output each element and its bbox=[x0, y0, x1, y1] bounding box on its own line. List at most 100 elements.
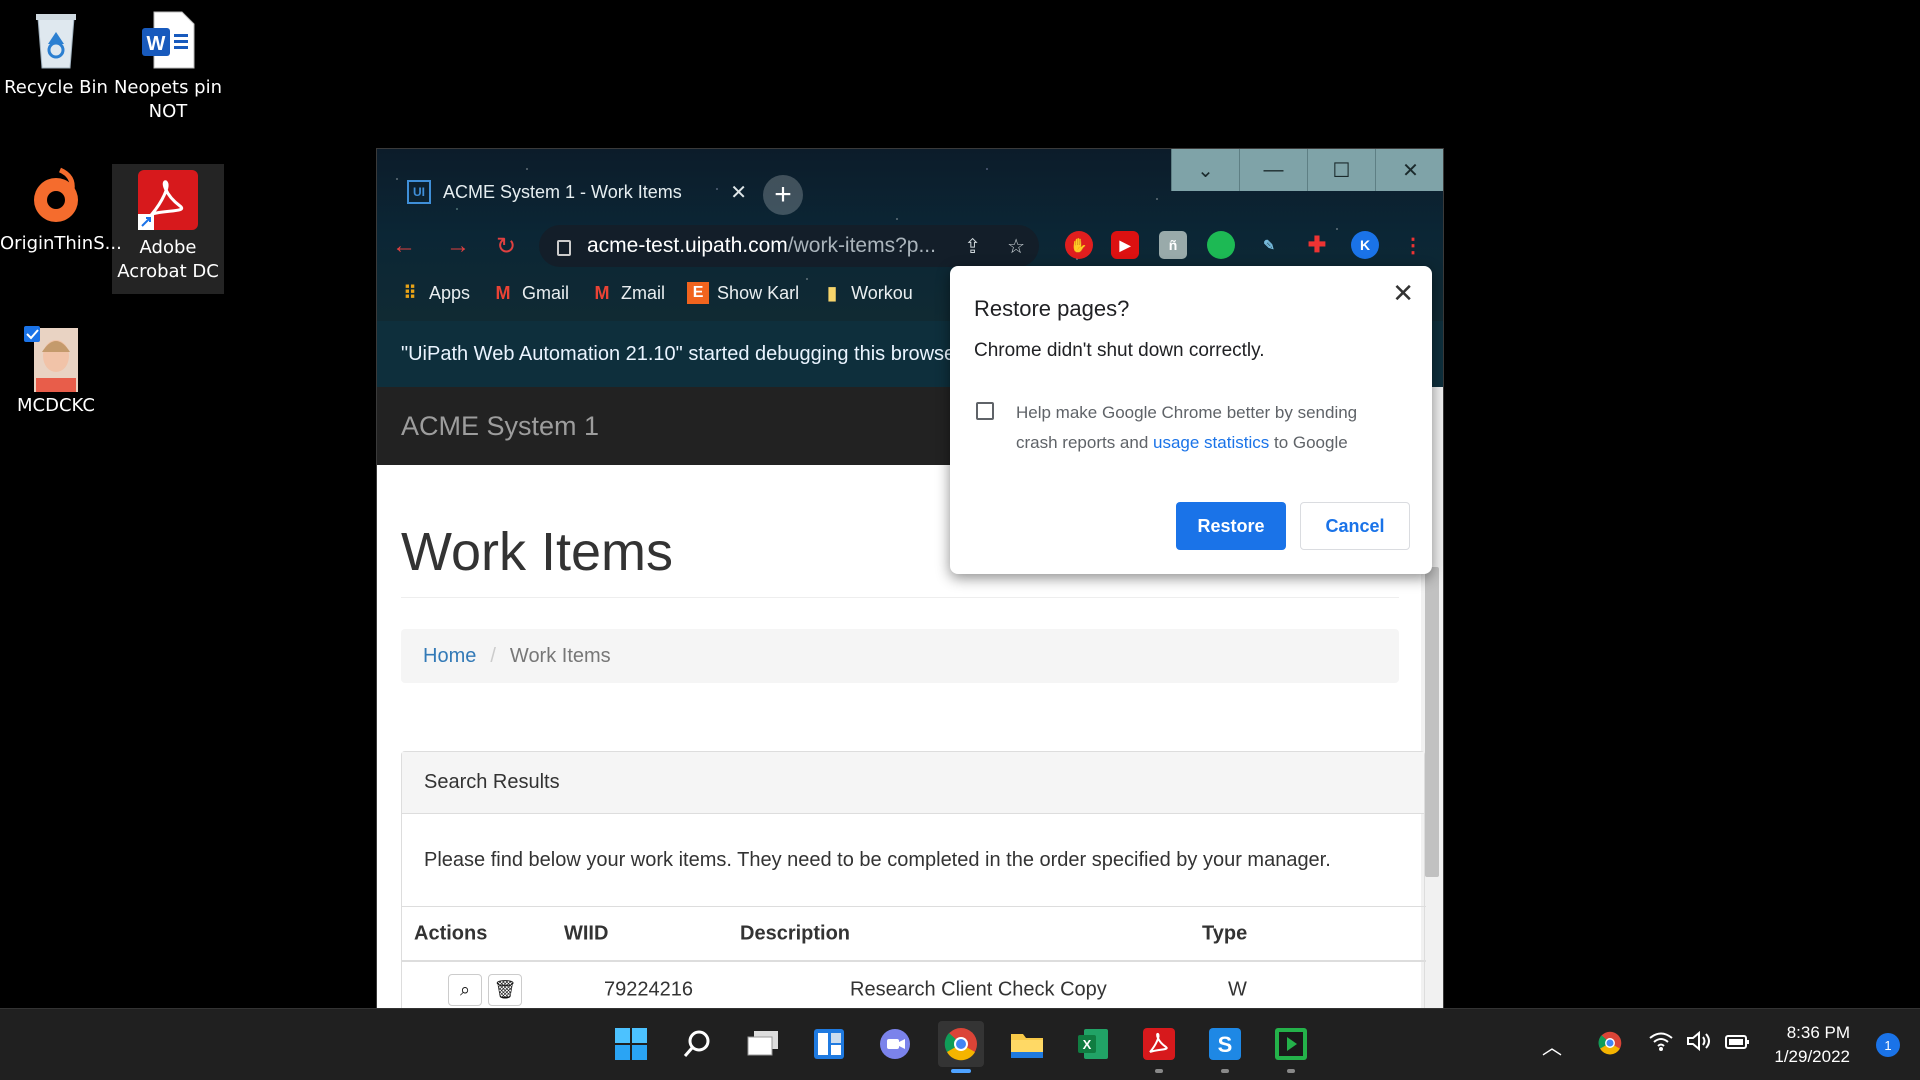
panel-heading: Search Results bbox=[402, 752, 1424, 814]
bookmark-zmail[interactable]: M Zmail bbox=[591, 282, 666, 304]
taskbar: X S ︿ 8:36 PM 1/29/2022 1 bbox=[0, 1008, 1920, 1080]
task-view-button[interactable] bbox=[740, 1021, 786, 1067]
bookmark-gmail[interactable]: M Gmail bbox=[492, 282, 570, 304]
uipath-assistant-icon bbox=[1275, 1028, 1307, 1060]
extension-pen-icon[interactable]: ✎ bbox=[1255, 231, 1283, 259]
etsy-icon: E bbox=[687, 282, 710, 304]
acrobat-taskbar-button[interactable] bbox=[1136, 1021, 1182, 1073]
bookmark-label: Show Karl bbox=[717, 282, 800, 303]
system-clock[interactable]: 8:36 PM 1/29/2022 bbox=[1774, 1021, 1850, 1069]
widgets-button[interactable] bbox=[806, 1021, 852, 1067]
chevron-down-icon: ⌄ bbox=[1197, 159, 1214, 182]
desktop-icon-word-doc[interactable]: W Neopets pin NOT bbox=[112, 8, 224, 124]
column-header-actions: Actions bbox=[414, 922, 488, 944]
cell-type: W bbox=[1228, 978, 1247, 1001]
browser-tab-active[interactable]: UI ACME System 1 - Work Items ✕ bbox=[387, 169, 757, 215]
address-bar[interactable]: acme-test.uipath.com/work-items?p... ⇪ ☆ bbox=[539, 225, 1039, 267]
file-explorer-button[interactable] bbox=[1004, 1021, 1050, 1067]
profile-avatar[interactable]: K bbox=[1351, 231, 1379, 259]
view-item-button[interactable]: ⌕ bbox=[448, 974, 482, 1006]
clock-time: 8:36 PM bbox=[1786, 1023, 1850, 1042]
close-window-button[interactable]: ✕ bbox=[1375, 149, 1443, 191]
excel-button[interactable]: X bbox=[1070, 1021, 1116, 1067]
panel-instructions: Please find below your work items. They … bbox=[424, 848, 1331, 871]
bookmark-workout[interactable]: ▮ Workou bbox=[821, 282, 913, 304]
battery-icon[interactable] bbox=[1724, 1031, 1752, 1058]
wifi-icon[interactable] bbox=[1648, 1029, 1674, 1059]
teams-chat-icon bbox=[880, 1029, 910, 1059]
adobe-acrobat-icon bbox=[1143, 1028, 1175, 1060]
reload-button[interactable]: ↻ bbox=[489, 229, 523, 263]
breadcrumb-separator: / bbox=[490, 644, 496, 667]
work-items-table: Actions WIID Description Type ⌕ 🗑 792242… bbox=[402, 906, 1426, 1009]
maximize-icon: ☐ bbox=[1332, 159, 1351, 182]
restore-pages-dialog: ✕ Restore pages? Chrome didn't shut down… bbox=[950, 266, 1432, 574]
share-icon[interactable]: ⇪ bbox=[964, 234, 981, 259]
url-path: /work-items?p... bbox=[787, 234, 936, 257]
bookmark-star-icon[interactable]: ☆ bbox=[1007, 234, 1025, 259]
extension-red-play-icon[interactable]: ▶ bbox=[1111, 231, 1139, 259]
teams-chat-button[interactable] bbox=[872, 1021, 918, 1067]
minimize-button[interactable]: — bbox=[1239, 149, 1307, 191]
uipath-studio-icon: S bbox=[1209, 1028, 1241, 1060]
assistant-taskbar-button[interactable] bbox=[1268, 1021, 1314, 1073]
column-header-description: Description bbox=[740, 922, 851, 944]
tab-title: ACME System 1 - Work Items bbox=[443, 181, 682, 202]
bookmark-label: Zmail bbox=[621, 282, 666, 303]
bookmark-apps[interactable]: ⠿ Apps bbox=[399, 282, 470, 304]
crash-report-checkbox[interactable] bbox=[976, 402, 994, 420]
studio-taskbar-button[interactable]: S bbox=[1202, 1021, 1248, 1073]
delete-item-button[interactable]: 🗑 bbox=[488, 974, 522, 1006]
bookmark-label: Workou bbox=[851, 282, 913, 303]
extension-gray-icon[interactable]: ñ bbox=[1159, 231, 1187, 259]
dialog-message: Chrome didn't shut down correctly. bbox=[974, 340, 1265, 361]
desktop-icon-label: Adobe Acrobat DC bbox=[117, 237, 219, 282]
column-header-type: Type bbox=[1202, 922, 1248, 944]
desktop-icon-label: OriginThinS... bbox=[0, 233, 122, 254]
folder-icon: ▮ bbox=[827, 282, 838, 303]
desktop-icon-acrobat[interactable]: Adobe Acrobat DC bbox=[112, 164, 224, 294]
forward-button[interactable]: → bbox=[441, 229, 475, 263]
extension-adblock-icon[interactable]: ✋ bbox=[1065, 231, 1093, 259]
page-title: Work Items bbox=[401, 522, 674, 582]
back-button[interactable]: ← bbox=[387, 229, 421, 263]
chrome-taskbar-button[interactable] bbox=[938, 1021, 984, 1073]
search-icon: ⌕ bbox=[459, 979, 471, 1000]
extension-green-icon[interactable] bbox=[1207, 231, 1235, 259]
restore-button[interactable]: Restore bbox=[1176, 502, 1286, 550]
usage-statistics-link[interactable]: usage statistics bbox=[1153, 433, 1269, 452]
desktop-icon-origin[interactable]: OriginThinS... bbox=[0, 164, 122, 256]
maximize-button[interactable]: ☐ bbox=[1307, 149, 1375, 191]
scrollbar-thumb[interactable] bbox=[1425, 567, 1439, 877]
search-results-panel: Search Results Please find below your wo… bbox=[401, 751, 1426, 1009]
dialog-close-icon[interactable]: ✕ bbox=[1392, 278, 1414, 309]
cancel-button[interactable]: Cancel bbox=[1300, 502, 1410, 550]
bookmark-show-karl[interactable]: E Show Karl bbox=[687, 282, 799, 304]
uipath-favicon-icon: UI bbox=[407, 180, 431, 204]
chrome-menu-icon[interactable]: ⋮ bbox=[1399, 231, 1427, 259]
breadcrumb: Home / Work Items bbox=[401, 629, 1399, 683]
start-button[interactable] bbox=[608, 1021, 654, 1067]
chrome-tray-icon[interactable] bbox=[1598, 1031, 1622, 1060]
chrome-icon bbox=[944, 1028, 977, 1061]
tab-close-icon[interactable]: ✕ bbox=[730, 180, 747, 205]
volume-icon[interactable] bbox=[1686, 1029, 1712, 1058]
tab-search-button[interactable]: ⌄ bbox=[1171, 149, 1239, 191]
breadcrumb-current: Work Items bbox=[509, 644, 611, 667]
forward-arrow-icon: → bbox=[446, 232, 470, 259]
clock-date: 1/29/2022 bbox=[1774, 1047, 1850, 1066]
new-tab-button[interactable]: + bbox=[763, 175, 803, 215]
close-icon: ✕ bbox=[1402, 159, 1419, 182]
active-indicator bbox=[951, 1069, 971, 1073]
running-indicator bbox=[1287, 1069, 1295, 1073]
breadcrumb-home-link[interactable]: Home bbox=[423, 645, 476, 668]
desktop-icon-label: MCDCKC bbox=[17, 395, 95, 416]
desktop-icon-mcdckc[interactable]: MCDCKC bbox=[0, 326, 112, 418]
notification-badge[interactable]: 1 bbox=[1876, 1033, 1900, 1057]
desktop-icon-recycle-bin[interactable]: Recycle Bin bbox=[0, 8, 112, 100]
search-button[interactable] bbox=[674, 1021, 720, 1067]
extensions-puzzle-icon[interactable]: ✚ bbox=[1303, 231, 1331, 259]
site-brand[interactable]: ACME System 1 bbox=[401, 411, 599, 442]
show-hidden-icons-chevron-icon[interactable]: ︿ bbox=[1542, 1031, 1562, 1060]
word-document-icon: W bbox=[136, 8, 200, 72]
